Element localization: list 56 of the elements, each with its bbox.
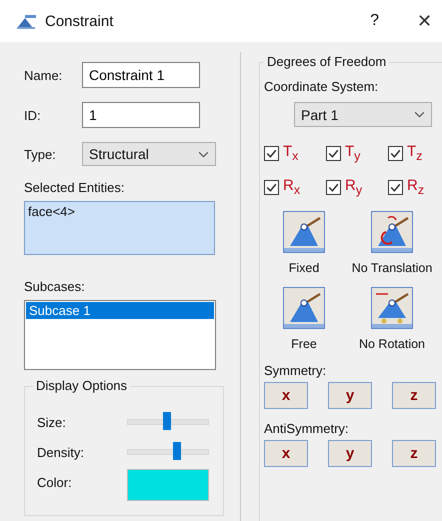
subcase-item[interactable]: Subcase 1 [26,302,214,319]
checkbox[interactable] [326,180,341,194]
app-icon [16,13,38,29]
symmetry-button[interactable]: x [264,382,308,409]
checkbox[interactable] [326,146,341,160]
section-label: Selected Entities: [24,180,126,195]
checkbox-label: R$_{x}$ [283,177,300,197]
coordinate-label: Coordinate System: [264,79,380,94]
entity-item[interactable]: face<4> [28,204,211,219]
field-label: ID: [24,108,42,122]
slider-label: Size: [37,414,67,430]
section-label: Subcases: [24,279,86,294]
support-button[interactable] [371,287,413,329]
checkbox-label: T$_{y}$ [345,143,360,163]
color-swatch[interactable] [127,469,209,501]
support-label: No Translation [352,261,432,275]
checkbox[interactable] [388,146,403,160]
support-button[interactable] [283,287,325,329]
slider-thumb[interactable] [163,412,172,430]
support-label: Fixed [288,261,320,275]
close-button[interactable]: ✕ [417,10,432,32]
name-field[interactable]: Constraint 1 [82,62,200,88]
chevron-down-icon [198,150,209,158]
window-title: Constraint [45,12,114,30]
section-label: Symmetry: [264,363,328,378]
support-label: No Rotation [358,337,425,351]
subcases-list[interactable]: Subcase 1 [24,300,216,370]
checkbox-label: R$_{z}$ [407,177,424,197]
group-title: Degrees of Freedom [264,54,390,69]
slider-label: Density: [37,444,85,460]
support-button[interactable] [283,211,325,253]
checkbox[interactable] [388,180,403,194]
support-label: Free [291,337,317,351]
symmetry-button[interactable]: z [392,382,436,409]
chevron-down-icon [414,111,425,118]
checkbox-label: T$_{x}$ [283,143,298,163]
checkbox-label: T$_{z}$ [407,143,422,163]
color-label: Color: [37,474,73,490]
slider-thumb[interactable] [172,442,181,460]
antisymmetry-button[interactable]: y [328,440,372,467]
symmetry-button[interactable]: y [328,382,372,409]
id-field[interactable]: 1 [82,102,200,128]
antisymmetry-button[interactable]: x [264,440,308,467]
support-button[interactable] [371,211,413,253]
section-label: AntiSymmetry: [264,421,350,436]
checkbox-label: R$_{y}$ [345,177,362,197]
help-button[interactable]: ? [370,12,379,30]
group-title: Display Options [33,378,130,393]
checkbox[interactable] [264,180,279,194]
field-label: Name: [24,68,64,82]
antisymmetry-button[interactable]: z [392,440,436,467]
type-dropdown[interactable]: Structural [82,142,216,166]
coordinate-dropdown[interactable]: Part 1 [294,102,432,127]
entities-list[interactable]: face<4> [24,201,215,255]
checkbox[interactable] [264,146,279,160]
field-label: Type: [24,146,57,162]
